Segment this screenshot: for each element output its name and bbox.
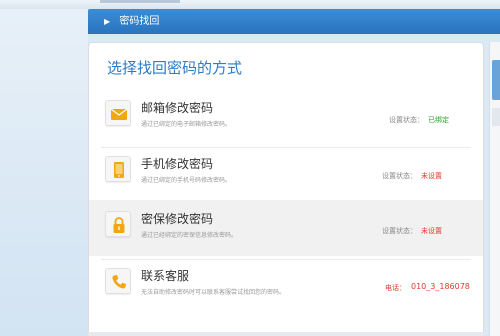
option-name[interactable]: 密保修改密码 xyxy=(141,210,213,227)
mobile-phone-icon xyxy=(114,162,124,178)
breadcrumb: ▶ 密码找回 xyxy=(88,9,500,34)
left-background xyxy=(0,9,88,336)
page-title: 选择找回密码的方式 xyxy=(107,59,243,77)
right-side-tab[interactable] xyxy=(492,60,500,100)
mobile-icon-box xyxy=(105,156,131,182)
option-desc: 无法自助修改密码时可以联系客服尝试找回您的密码。 xyxy=(141,289,286,296)
option-desc: 通过已经绑定的密保信息修改密码。 xyxy=(141,232,238,239)
telephone-icon-box xyxy=(105,268,131,294)
breadcrumb-arrow-icon: ▶ xyxy=(104,17,111,26)
telephone-icon xyxy=(112,275,126,289)
email-icon-box xyxy=(105,100,131,126)
option-name[interactable]: 邮箱修改密码 xyxy=(141,99,213,116)
status-value: 已绑定 xyxy=(428,116,449,124)
option-security[interactable]: 密保修改密码 通过已经绑定的密保信息修改密码。 设置状态： 未设置 xyxy=(89,200,483,256)
status-value: 未设置 xyxy=(421,172,442,180)
top-strip-text-fragment xyxy=(100,0,180,3)
top-strip xyxy=(0,0,500,9)
phone-label: 电话： xyxy=(385,284,406,292)
option-mobile[interactable]: 手机修改密码 通过已绑定的手机号码修改密码。 设置状态： 未设置 xyxy=(89,145,483,200)
phone-number: 010_3_186078 xyxy=(411,282,470,291)
status-value: 未设置 xyxy=(421,227,442,235)
option-customer-service[interactable]: 联系客服 无法自助修改密码时可以联系客服尝试找回您的密码。 电话： 010_3_… xyxy=(89,257,483,312)
lock-icon xyxy=(113,217,125,233)
status-label: 设置状态： xyxy=(382,172,417,180)
breadcrumb-label[interactable]: 密码找回 xyxy=(119,16,159,27)
option-desc: 通过已绑定的手机号码修改密码。 xyxy=(141,177,232,184)
bottom-strip xyxy=(88,332,484,336)
option-email[interactable]: 邮箱修改密码 通过已绑定的电子邮箱修改密码。 设置状态： 已绑定 xyxy=(89,89,483,144)
status-label: 设置状态： xyxy=(382,227,417,235)
right-side-tab[interactable] xyxy=(492,108,500,126)
option-desc: 通过已绑定的电子邮箱修改密码。 xyxy=(141,121,232,128)
recovery-panel: 选择找回密码的方式 邮箱修改密码 通过已绑定的电子邮箱修改密码。 设置状态： 已… xyxy=(88,42,484,336)
status-label: 设置状态： xyxy=(389,116,424,124)
option-name[interactable]: 联系客服 xyxy=(141,267,189,284)
option-name[interactable]: 手机修改密码 xyxy=(141,155,213,172)
envelope-icon xyxy=(110,108,128,120)
lock-icon-box xyxy=(105,211,131,237)
